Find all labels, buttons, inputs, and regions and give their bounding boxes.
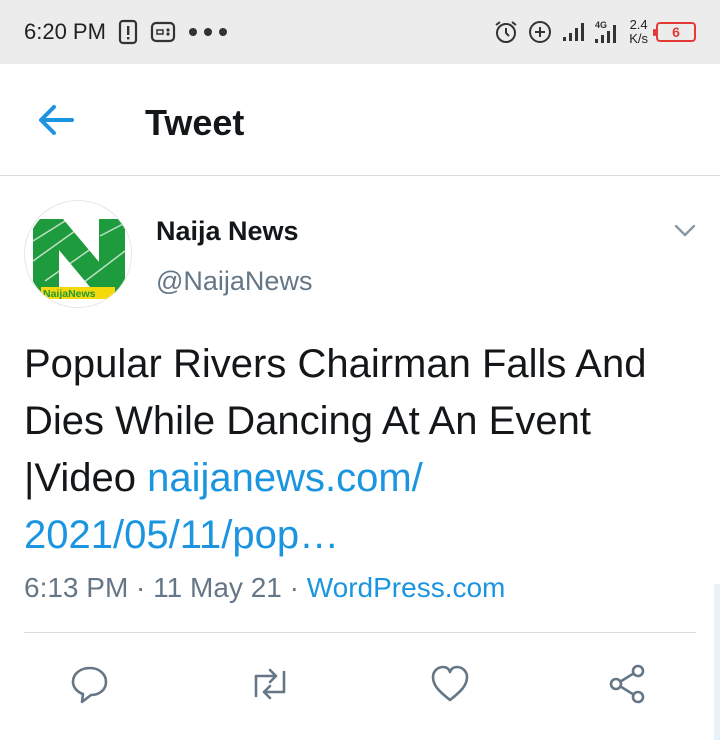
tweet-options-button[interactable] bbox=[672, 220, 698, 240]
reply-icon bbox=[71, 666, 108, 704]
reply-button[interactable] bbox=[68, 662, 112, 706]
tweet-actions bbox=[0, 662, 720, 706]
arrow-left-icon bbox=[39, 105, 74, 135]
divider bbox=[24, 632, 696, 633]
tweet-date: 11 May 21 bbox=[153, 572, 282, 603]
battery-icon: 6 bbox=[653, 22, 696, 42]
tweet-text: Popular Rivers Chairman Falls And Dies W… bbox=[24, 336, 704, 564]
author-handle[interactable]: @NaijaNews bbox=[156, 266, 312, 297]
chevron-down-icon bbox=[674, 224, 696, 237]
app-bar: Tweet bbox=[0, 64, 720, 176]
alert-icon bbox=[118, 19, 138, 45]
net-speed-value: 2.4 bbox=[629, 17, 648, 32]
retweet-button[interactable] bbox=[246, 662, 290, 706]
tweet-source[interactable]: WordPress.com bbox=[307, 572, 506, 603]
retweet-icon bbox=[254, 668, 286, 700]
share-button[interactable] bbox=[606, 662, 650, 706]
author-name[interactable]: Naija News bbox=[156, 216, 299, 247]
net-speed-unit: K/s bbox=[629, 31, 648, 46]
alarm-icon bbox=[493, 19, 519, 45]
tweet-time: 6:13 PM bbox=[24, 572, 129, 603]
avatar[interactable]: NaijaNews bbox=[24, 200, 132, 308]
net-speed: 2.4 K/s bbox=[629, 18, 648, 46]
meta-separator-2: · bbox=[281, 572, 307, 603]
svg-text:4G: 4G bbox=[595, 20, 607, 30]
page-title: Tweet bbox=[145, 102, 245, 143]
more-dots-icon bbox=[188, 27, 228, 37]
4g-signal-icon: 4G bbox=[593, 19, 621, 45]
data-saver-icon bbox=[527, 19, 553, 45]
meta-separator: · bbox=[128, 572, 154, 603]
status-time: 6:20 PM bbox=[24, 19, 106, 44]
tweet-meta: 6:13 PM · 11 May 21 · WordPress.com bbox=[24, 572, 505, 604]
scrollbar[interactable] bbox=[714, 584, 720, 740]
avatar-brand-text: NaijaNews bbox=[43, 288, 96, 300]
status-bar: 6:20 PM 4G 2.4 K/s 6 bbox=[0, 0, 720, 64]
share-icon bbox=[609, 664, 645, 704]
tweet-detail: NaijaNews Naija News @NaijaNews Popular … bbox=[0, 176, 720, 740]
back-button[interactable] bbox=[36, 102, 76, 138]
gamepad-icon bbox=[150, 20, 176, 44]
battery-level: 6 bbox=[672, 24, 680, 40]
like-button[interactable] bbox=[428, 662, 472, 706]
naija-news-logo: NaijaNews bbox=[26, 202, 131, 307]
like-icon bbox=[431, 665, 469, 702]
signal-icon bbox=[561, 21, 585, 43]
